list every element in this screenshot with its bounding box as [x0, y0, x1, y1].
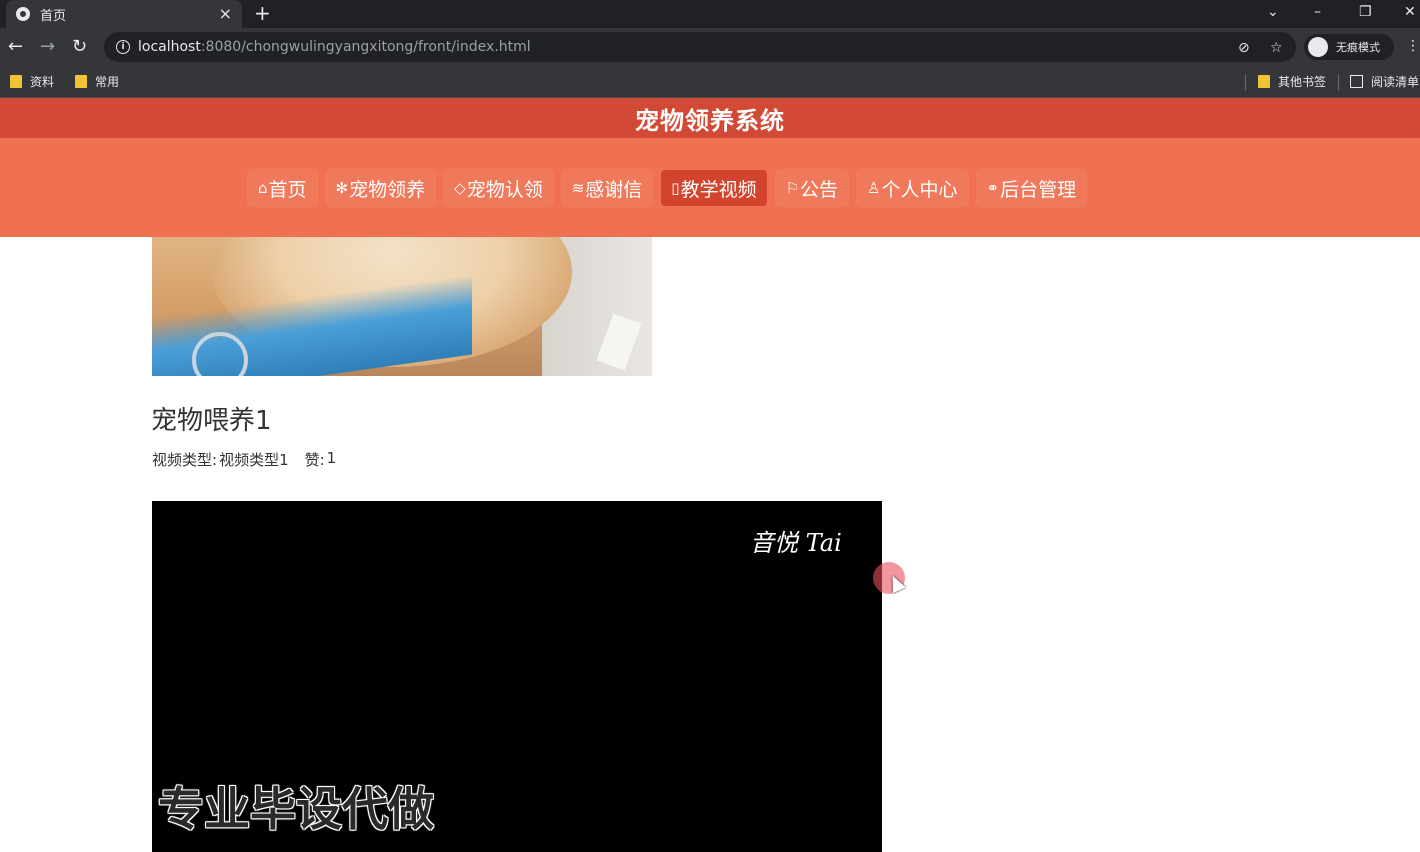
chevron-down-icon[interactable]: ⌄ [1267, 2, 1279, 22]
new-tab-button[interactable]: + [254, 2, 271, 24]
nav-item-personal-center[interactable]: ♙ 个人中心 [857, 170, 968, 206]
restore-icon[interactable]: ❐ [1359, 2, 1372, 22]
more-menu-icon[interactable]: ⋮ [1406, 38, 1420, 54]
profile-label: 无痕模式 [1336, 41, 1380, 54]
nav-label: 后台管理 [1000, 178, 1077, 201]
close-icon[interactable]: × [219, 6, 232, 22]
folder-icon [1258, 75, 1270, 88]
nav-item-home[interactable]: ⌂ 首页 [248, 170, 317, 206]
bookmark-folder[interactable]: 资料 [10, 73, 54, 90]
globe-icon [16, 7, 30, 21]
folder-icon [75, 75, 87, 88]
nav-item-pet-claim[interactable]: ◇ 宠物认领 [444, 170, 553, 206]
star-icon[interactable]: ☆ [1270, 40, 1283, 56]
address-bar[interactable]: i localhost :8080/chongwulingyangxitong/… [104, 32, 1296, 62]
minimize-icon[interactable]: – [1314, 2, 1321, 22]
document-icon: ▯ [671, 179, 680, 197]
nav-item-thank-you-letters[interactable]: ≋ 感谢信 [561, 170, 653, 206]
back-icon[interactable]: ← [8, 36, 23, 58]
bookmark-folder-other[interactable]: 其他书签 [1258, 73, 1326, 90]
video-type-label: 视频类型: [152, 451, 218, 469]
bookmark-label: 资料 [30, 75, 55, 89]
eye-slash-icon[interactable]: ⊘ [1238, 40, 1250, 56]
forward-icon[interactable]: → [40, 36, 55, 58]
likes-value: 1 [326, 449, 337, 467]
video-player[interactable]: 音悦 Tai 专业毕设代做 [152, 501, 882, 852]
video-caption: 专业毕设代做 [158, 782, 434, 836]
bookmark-folder[interactable]: 常用 [75, 73, 119, 90]
site-title: 宠物领养系统 [635, 106, 785, 135]
nav-item-teaching-videos[interactable]: ▯ 教学视频 [661, 170, 767, 206]
video-cover-image [152, 237, 652, 376]
nav-label: 个人中心 [881, 178, 958, 201]
video-watermark: 音悦 Tai [750, 529, 842, 557]
nav-item-admin[interactable]: ⚭ 后台管理 [976, 170, 1087, 206]
incognito-icon [1308, 37, 1328, 57]
browser-toolbar: ← → ↻ i localhost :8080/chongwulingyangx… [0, 28, 1420, 66]
bookmarks-bar: 资料 常用 其他书签 阅读清单 [0, 66, 1420, 98]
reload-icon[interactable]: ↻ [72, 36, 87, 58]
user-icon: ♙ [867, 179, 881, 197]
info-icon[interactable]: i [116, 40, 130, 54]
nav-item-announcements[interactable]: ⚐ 公告 [775, 170, 849, 206]
site-title-bar: 宠物领养系统 [0, 98, 1420, 138]
bookmark-label: 阅读清单 [1371, 75, 1420, 89]
url-path: :8080/chongwulingyangxitong/front/index.… [200, 39, 531, 55]
nav-label: 宠物认领 [466, 178, 543, 201]
sliders-icon: ≋ [571, 179, 585, 197]
nav-label: 首页 [268, 178, 307, 201]
reading-list-icon [1350, 75, 1363, 88]
likes-label: 赞: [304, 451, 325, 469]
nav-label: 感谢信 [585, 178, 643, 201]
bookmark-label: 其他书签 [1278, 75, 1327, 89]
url-host: localhost [138, 39, 201, 55]
tab-title: 首页 [40, 8, 67, 24]
nav-label: 教学视频 [680, 178, 757, 201]
home-icon: ⌂ [258, 179, 268, 197]
flag-icon: ⚐ [785, 179, 800, 197]
bookmark-separator [1338, 75, 1339, 91]
tag-icon: ◇ [454, 179, 466, 197]
video-meta: 视频类型: 视频类型1 赞: 1 [152, 449, 338, 470]
reading-list[interactable]: 阅读清单 [1350, 73, 1419, 90]
browser-tab-strip: 首页 × + ⌄ – ❐ ✕ [0, 0, 1420, 28]
browser-tab[interactable]: 首页 × [6, 0, 242, 28]
nav-label: 宠物领养 [349, 178, 426, 201]
video-title: 宠物喂养1 [151, 406, 272, 436]
nav-label: 公告 [800, 178, 839, 201]
nav-list: ⌂ 首页 ✻ 宠物领养 ◇ 宠物认领 ≋ 感谢信 ▯ 教学视频 ⚐ 公告 ♙ 个… [248, 170, 1087, 206]
nav-item-pet-adoption[interactable]: ✻ 宠物领养 [325, 170, 436, 206]
close-window-icon[interactable]: ✕ [1404, 2, 1416, 22]
folder-icon [10, 75, 22, 88]
bookmark-separator [1245, 75, 1246, 91]
snowflake-icon: ✻ [335, 179, 349, 197]
video-type-value: 视频类型1 [219, 451, 289, 469]
incognito-profile-button[interactable]: 无痕模式 [1304, 34, 1394, 60]
bookmark-label: 常用 [95, 75, 120, 89]
main-navigation: ⌂ 首页 ✻ 宠物领养 ◇ 宠物认领 ≋ 感谢信 ▯ 教学视频 ⚐ 公告 ♙ 个… [0, 138, 1420, 237]
link-icon: ⚭ [986, 179, 1000, 197]
